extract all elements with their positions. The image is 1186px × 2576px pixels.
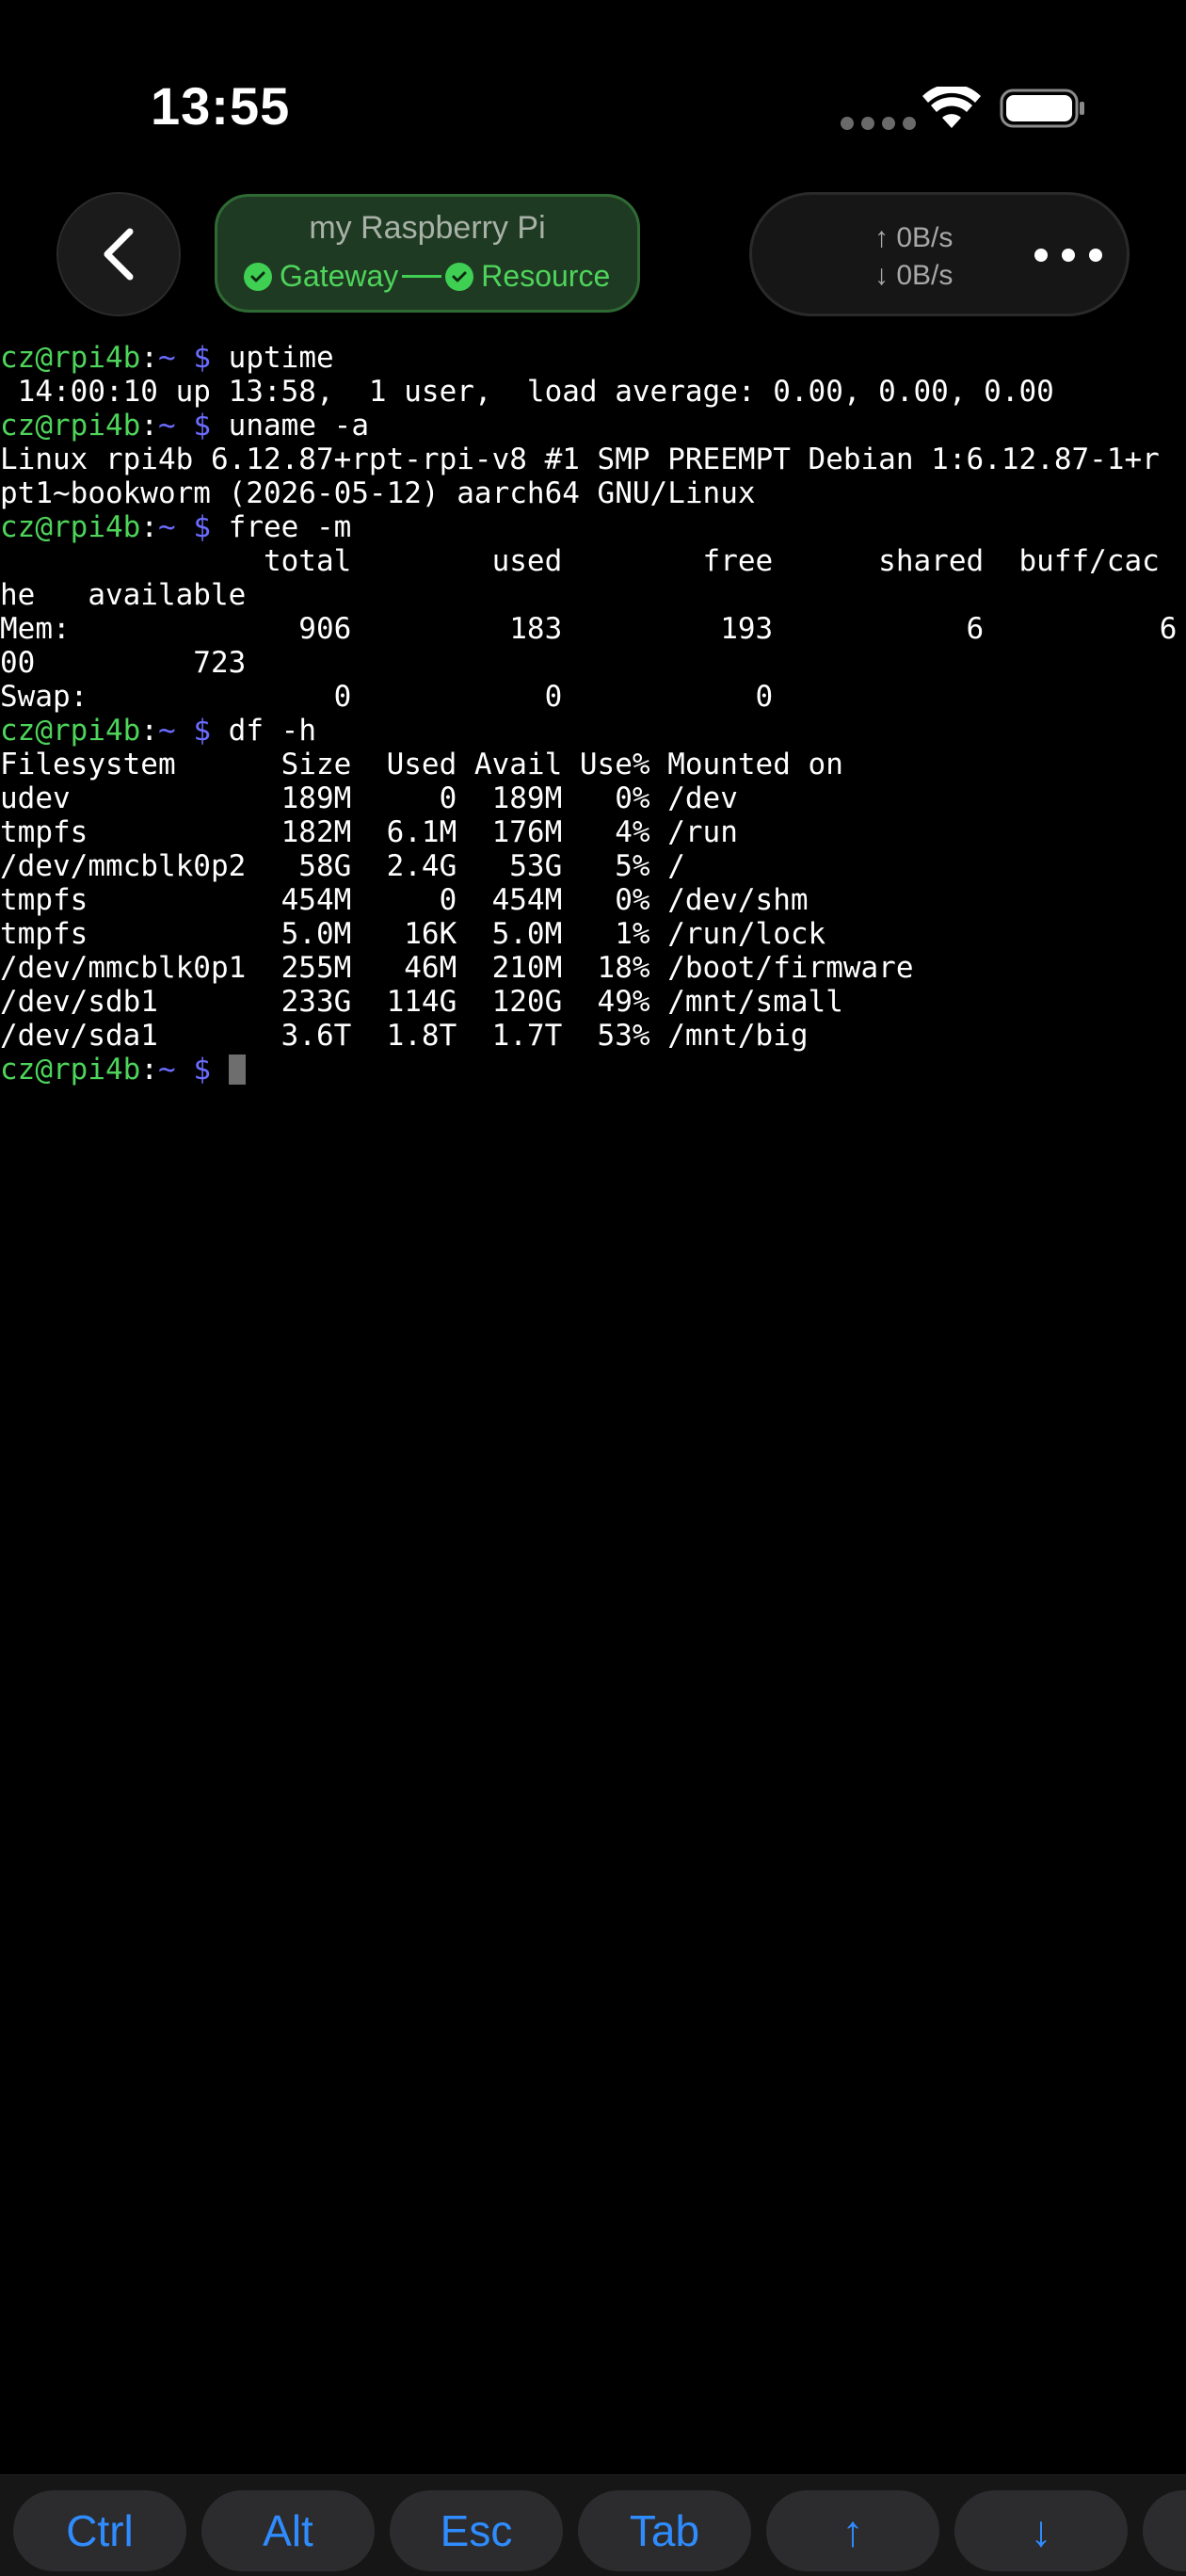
prompt-separator: : [140, 341, 158, 375]
output-line: Linux rpi4b 6.12.87+rpt-rpi-v8 #1 SMP PR… [0, 443, 1160, 476]
esc-key[interactable]: Esc [390, 2490, 563, 2571]
prompt-line: cz@rpi4b:~ $ uptime [0, 341, 1186, 375]
gateway-label: Gateway [280, 259, 399, 293]
command-text: free -m [228, 510, 352, 544]
output-line: /dev/sda1 3.6T 1.8T 1.7T 53% /mnt/big [0, 1019, 809, 1053]
prompt-line: cz@rpi4b:~ $ free -m [0, 510, 1186, 544]
prompt-separator: : [140, 1053, 158, 1087]
prompt-dollar: $ [193, 510, 211, 544]
arrow-up-key[interactable]: ↑ [766, 2490, 939, 2571]
prompt-dollar: $ [193, 409, 211, 443]
output-line: Filesystem Size Used Avail Use% Mounted … [0, 748, 843, 781]
host-name: my Raspberry Pi [309, 210, 546, 246]
output-line: tmpfs 182M 6.1M 176M 4% /run [0, 815, 738, 849]
terminal-output[interactable]: cz@rpi4b:~ $ uptime 14:00:10 up 13:58, 1… [0, 341, 1186, 2459]
output-line: /dev/sdb1 233G 114G 120G 49% /mnt/small [0, 985, 843, 1019]
host-connection-pill[interactable]: my Raspberry Pi Gateway Resource [215, 194, 640, 313]
output-line: udev 189M 0 189M 0% /dev [0, 781, 738, 815]
output-line: tmpfs 5.0M 16K 5.0M 1% /run/lock [0, 917, 826, 951]
prompt-separator: : [140, 714, 158, 748]
download-rate: ↓ 0B/s [874, 260, 954, 291]
battery-icon [1000, 89, 1084, 128]
prompt-user-host: cz@rpi4b [0, 409, 141, 443]
output-line: he available [0, 578, 247, 612]
output-line: /dev/mmcblk0p1 255M 46M 210M 18% /boot/f… [0, 951, 914, 985]
output-line: tmpfs 454M 0 454M 0% /dev/shm [0, 883, 809, 917]
output-line: total used free shared buff/cac [0, 544, 1160, 578]
prompt-dollar: $ [193, 1053, 211, 1087]
resource-label: Resource [481, 259, 611, 293]
cellular-signal-icon [841, 117, 916, 130]
prompt-path: ~ [157, 341, 176, 375]
alt-key[interactable]: Alt [201, 2490, 375, 2571]
command-text: df -h [228, 714, 316, 748]
prompt-dollar: $ [193, 341, 211, 375]
ctrl-key[interactable]: Ctrl [13, 2490, 186, 2571]
extra-keys-bar: Ctrl Alt Esc Tab ↑ ↓ [0, 2474, 1186, 2576]
next-key-partial[interactable] [1143, 2490, 1186, 2571]
tab-key[interactable]: Tab [578, 2490, 751, 2571]
prompt-user-host: cz@rpi4b [0, 714, 141, 748]
upload-rate: ↑ 0B/s [874, 222, 954, 253]
output-line: 14:00:10 up 13:58, 1 user, load average:… [0, 375, 1054, 409]
prompt-user-host: cz@rpi4b [0, 510, 141, 544]
prompt-separator: : [140, 510, 158, 544]
output-line: Swap: 0 0 0 [0, 680, 774, 714]
prompt-user-host: cz@rpi4b [0, 341, 141, 375]
prompt-path: ~ [157, 409, 176, 443]
prompt-line: cz@rpi4b:~ $ df -h [0, 714, 1186, 748]
output-line: 00 723 [0, 646, 247, 680]
chevron-left-icon [104, 228, 134, 281]
network-rates: ↑ 0B/s ↓ 0B/s [874, 219, 953, 295]
command-text: uptime [228, 341, 334, 375]
output-line: /dev/mmcblk0p2 58G 2.4G 53G 5% / [0, 849, 685, 883]
prompt-dollar: $ [193, 714, 211, 748]
prompt-path: ~ [157, 510, 176, 544]
network-menu-pill[interactable]: ↑ 0B/s ↓ 0B/s [749, 192, 1130, 316]
terminal-cursor[interactable] [228, 1055, 246, 1085]
prompt-path: ~ [157, 714, 176, 748]
check-circle-icon [244, 262, 272, 291]
connection-link [402, 275, 442, 278]
prompt-separator: : [140, 409, 158, 443]
status-time: 13:55 [151, 76, 291, 136]
arrow-down-key[interactable]: ↓ [954, 2490, 1128, 2571]
prompt-user-host: cz@rpi4b [0, 1053, 141, 1087]
back-button[interactable] [56, 192, 181, 316]
output-line: pt1~bookworm (2026-05-12) aarch64 GNU/Li… [0, 476, 756, 510]
connection-status: Gateway Resource [244, 259, 610, 294]
status-bar: 13:55 [0, 0, 1186, 169]
check-circle-icon [445, 262, 474, 291]
wifi-icon [922, 87, 981, 128]
command-text: uname -a [228, 409, 369, 443]
prompt-path: ~ [157, 1053, 176, 1087]
prompt-line: cz@rpi4b:~ $ [0, 1053, 1186, 1087]
prompt-line: cz@rpi4b:~ $ uname -a [0, 409, 1186, 443]
output-line: Mem: 906 183 193 6 6 [0, 612, 1178, 646]
more-horizontal-icon[interactable] [1034, 238, 1102, 272]
